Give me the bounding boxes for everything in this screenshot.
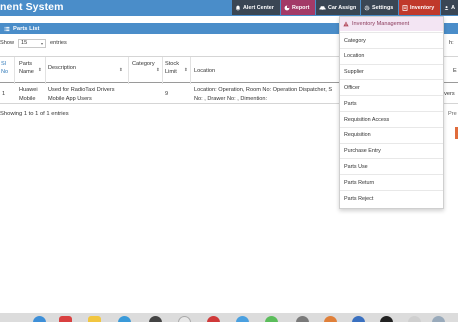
nav-inventory[interactable]: Inventory <box>399 0 440 15</box>
nav-report[interactable]: Report <box>281 0 315 15</box>
app-icon[interactable] <box>265 316 278 322</box>
cell-stock-limit: 9 <box>165 91 169 97</box>
app-icon[interactable] <box>88 316 101 322</box>
car-icon <box>319 5 326 11</box>
app-icon[interactable] <box>118 316 131 322</box>
app-icon[interactable] <box>33 316 46 322</box>
sort-icon[interactable]: ⬍ <box>184 67 188 73</box>
column-divider <box>45 57 46 84</box>
inventory-menu-item-officer[interactable]: Officer <box>340 79 443 95</box>
app-icon[interactable] <box>178 316 191 322</box>
cell-description-line1: Used for RadioTaxi Drivers <box>48 87 115 93</box>
top-navbar: nent System Alert Center Report Car Assi… <box>0 0 458 16</box>
nav-inventory-label: Inventory <box>410 4 435 11</box>
cell-location-line1: Location: Operation, Room No: Operation … <box>194 87 333 93</box>
page-size-value: 15 <box>21 40 28 46</box>
entries-label: entries <box>50 40 67 46</box>
user-icon <box>444 5 449 10</box>
app-icon[interactable] <box>408 316 421 322</box>
sort-icon[interactable]: ⬍ <box>156 67 160 73</box>
cell-description-line2: Mobile App Users <box>48 95 92 102</box>
nav-extra-label: A <box>451 4 455 11</box>
col-parts-name-line1: Parts <box>19 61 33 67</box>
page-size-select[interactable]: 15 ▾ <box>18 38 46 48</box>
nav-alert-center[interactable]: Alert Center <box>232 0 280 15</box>
nav-car-assign-label: Car Assign <box>328 4 357 11</box>
col-category[interactable]: Category <box>132 60 155 68</box>
app-icon[interactable] <box>352 316 365 322</box>
nav-settings[interactable]: Settings <box>361 0 398 15</box>
pie-chart-icon <box>284 5 290 10</box>
col-stock-limit-line1: Stock <box>165 61 179 67</box>
inventory-menu-title: Inventory Management <box>352 21 410 27</box>
column-divider <box>14 57 15 84</box>
chevron-down-icon: ▾ <box>40 40 43 46</box>
list-icon <box>402 4 408 11</box>
col-sl-no-line2: No <box>1 69 9 75</box>
app-icon[interactable] <box>324 316 337 322</box>
bell-icon <box>235 5 241 11</box>
app-icon[interactable] <box>149 316 162 322</box>
nav-alert-center-label: Alert Center <box>243 4 274 11</box>
app-icon[interactable] <box>59 316 72 322</box>
search-label: h: <box>449 40 454 46</box>
table-info: Showing 1 to 1 of 1 entries <box>0 111 69 117</box>
sort-icon[interactable]: ⬍ <box>119 67 123 73</box>
col-edge[interactable]: E <box>453 67 457 75</box>
cell-parts-name-line2: Mobile <box>19 95 36 102</box>
column-divider <box>190 57 191 84</box>
cell-parts-name-line1: Huawei <box>19 87 38 93</box>
col-parts-name[interactable]: Parts Name <box>19 60 34 76</box>
app-icon[interactable] <box>432 316 445 322</box>
inventory-menu-item-supplier[interactable]: Supplier <box>340 63 443 80</box>
panel-title: Parts List <box>13 25 40 32</box>
app-icon[interactable] <box>236 316 249 322</box>
pagination-previous[interactable]: Pre <box>448 111 457 117</box>
show-label: Show <box>0 40 14 46</box>
cell-sl-no: 1 <box>2 91 6 97</box>
column-divider <box>128 57 129 84</box>
inventory-menu-header: Inventory Management <box>340 17 443 31</box>
cell-location: Location: Operation, Room No: Operation … <box>194 86 332 103</box>
inventory-dropdown-menu: Inventory Management Category Location Sup… <box>339 16 444 209</box>
cell-parts-name: Huawei Mobile <box>19 86 38 103</box>
col-stock-limit[interactable]: Stock Limit <box>165 60 179 76</box>
page-size-control: Show 15 ▾ entries <box>0 37 67 49</box>
list-icon <box>4 26 10 31</box>
col-sl-no-line1: Sl <box>1 61 6 67</box>
inventory-menu-item-parts-reject[interactable]: Parts Reject <box>340 190 443 206</box>
inventory-menu-item-parts[interactable]: Parts <box>340 95 443 111</box>
nav-report-label: Report <box>292 4 310 11</box>
inventory-menu-item-purchase-entry[interactable]: Purchase Entry <box>340 142 443 159</box>
app-title: nent System <box>0 1 64 13</box>
inventory-menu-item-category[interactable]: Category <box>340 32 443 48</box>
cell-location-line2: No: , Drawer No: , Dimention: <box>194 95 268 102</box>
gear-icon <box>364 5 370 10</box>
inventory-menu-item-parts-return[interactable]: Parts Return <box>340 174 443 190</box>
col-description[interactable]: Description <box>48 64 76 72</box>
warning-icon <box>343 21 349 27</box>
app-icon[interactable] <box>207 316 220 322</box>
col-parts-name-line2: Name <box>19 69 34 75</box>
col-location[interactable]: Location <box>194 67 215 75</box>
col-stock-limit-line2: Limit <box>165 69 177 75</box>
sort-icon[interactable]: ⬍ <box>38 67 42 73</box>
inventory-menu-item-requisition-access[interactable]: Requisition Access <box>340 111 443 127</box>
col-sl-no[interactable]: Sl No <box>1 60 8 76</box>
inventory-menu-item-parts-use[interactable]: Parts Use <box>340 158 443 174</box>
app-icon[interactable] <box>296 316 309 322</box>
inventory-menu-item-requisition[interactable]: Requisition <box>340 126 443 143</box>
app-icon[interactable] <box>380 316 393 322</box>
cell-description: Used for RadioTaxi Drivers Mobile App Us… <box>48 86 115 103</box>
nav-car-assign[interactable]: Car Assign <box>316 0 360 15</box>
inventory-menu-item-location[interactable]: Location <box>340 47 443 64</box>
column-divider <box>162 57 163 84</box>
nav-settings-label: Settings <box>372 4 394 11</box>
nav-extra[interactable]: A <box>441 0 458 15</box>
